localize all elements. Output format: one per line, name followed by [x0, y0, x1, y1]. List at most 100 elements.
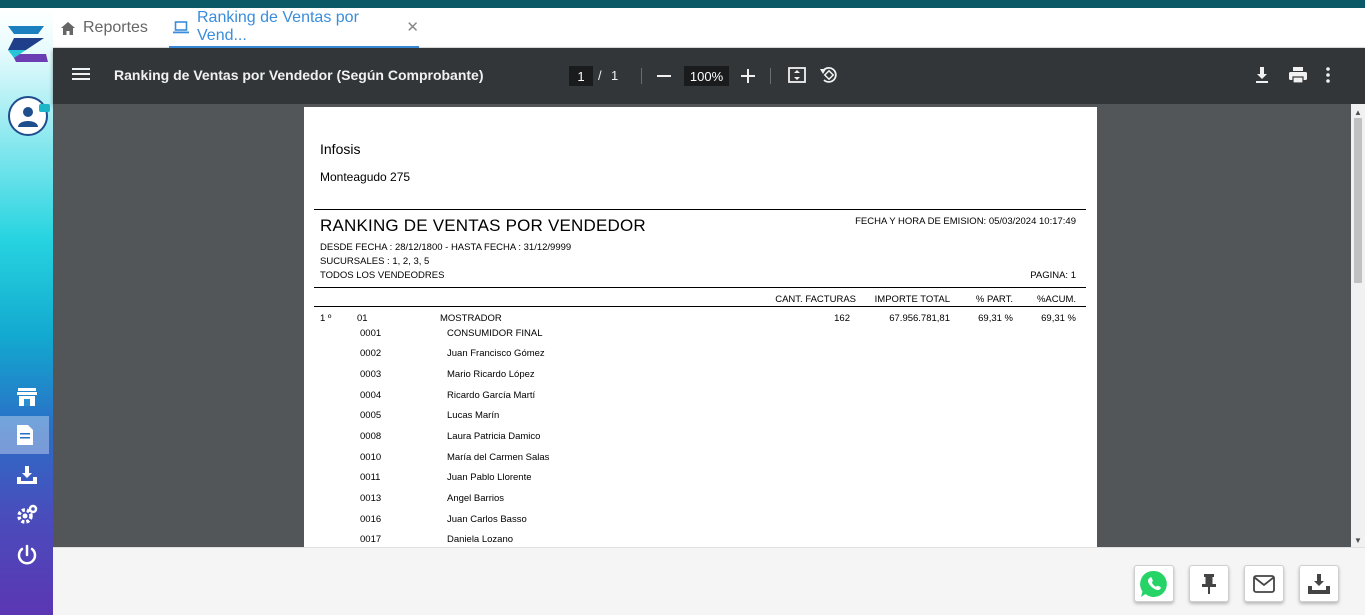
sellers-filter: TODOS LOS VENDEODRES	[320, 270, 445, 281]
user-icon	[18, 107, 38, 127]
emission-date: FECHA Y HORA DE EMISION: 05/03/2024 10:1…	[855, 216, 1076, 227]
page-number-input[interactable]: 1	[569, 66, 593, 86]
zoom-out-button[interactable]	[655, 66, 673, 91]
zoom-input[interactable]: 100%	[684, 66, 729, 86]
vendor-name: Ricardo García Martí	[447, 390, 536, 401]
vendor-name: Juan Pablo Llorente	[447, 472, 532, 483]
sidebar-item-settings[interactable]	[0, 496, 53, 534]
pin-icon	[1202, 573, 1216, 594]
whatsapp-icon	[1140, 570, 1167, 597]
tab-label: Reportes	[83, 19, 148, 36]
rotate-icon	[820, 67, 837, 83]
email-button[interactable]	[1244, 565, 1284, 602]
sidebar-item-documents[interactable]	[0, 416, 49, 454]
email-icon	[1253, 574, 1275, 593]
column-header-acum: %ACUM.	[1036, 294, 1076, 305]
download-report-button[interactable]	[1299, 565, 1339, 602]
power-icon	[17, 544, 36, 565]
camera-badge-icon	[39, 104, 50, 112]
toolbar-divider	[770, 68, 771, 84]
vendor-code: 0011	[360, 472, 381, 483]
sidebar-item-logout[interactable]	[0, 536, 53, 574]
vendor-code: 0003	[360, 369, 382, 380]
menu-icon[interactable]	[72, 66, 90, 87]
vendor-code: 0016	[360, 514, 382, 525]
more-vert-icon	[1326, 67, 1330, 83]
vendor-name: Angel Barrios	[447, 493, 505, 504]
row-code: 01	[357, 313, 368, 324]
divider	[314, 287, 1086, 288]
app-logo[interactable]	[4, 20, 50, 64]
vertical-scrollbar[interactable]: ▲ ▼	[1351, 104, 1365, 547]
pdf-page: Infosis Monteagudo 275 RANKING DE VENTAS…	[304, 107, 1097, 547]
column-header-part: % PART.	[975, 294, 1013, 305]
print-button[interactable]	[1287, 65, 1309, 90]
report-title: RANKING DE VENTAS POR VENDEDOR	[320, 216, 646, 235]
laptop-icon	[173, 20, 189, 34]
toolbar-divider	[641, 68, 642, 84]
sidebar	[0, 8, 53, 615]
document-icon	[16, 425, 33, 445]
page-label: PAGINA: 1	[1030, 270, 1076, 281]
vendor-name: Lucas Marín	[447, 410, 500, 421]
vendor-name: María del Carmen Salas	[447, 452, 550, 463]
home-icon	[61, 21, 75, 35]
sidebar-item-store[interactable]	[0, 378, 53, 416]
vendor-name: Laura Patricia Damico	[447, 431, 541, 442]
download-button[interactable]	[1252, 65, 1272, 90]
tab-bar: Reportes Ranking de Ventas por Vend... ✕	[53, 8, 1365, 48]
minus-icon	[657, 75, 671, 77]
vendor-name: Mario Ricardo López	[447, 369, 535, 380]
sidebar-item-downloads[interactable]	[0, 456, 53, 494]
row-total: 67.956.781,81	[889, 313, 950, 324]
scrollbar-thumb[interactable]	[1354, 118, 1362, 283]
company-address: Monteagudo 275	[320, 170, 411, 184]
company-name: Infosis	[320, 141, 361, 157]
action-bar	[53, 547, 1365, 615]
row-part: 69,31 %	[978, 313, 1013, 324]
rotate-button[interactable]	[819, 65, 839, 90]
row-name: MOSTRADOR	[440, 313, 502, 324]
column-header-total: IMPORTE TOTAL	[874, 294, 950, 305]
divider	[314, 306, 1086, 307]
vendor-code: 0004	[360, 390, 382, 401]
top-accent-strip	[0, 0, 1365, 8]
settings-icon	[16, 504, 37, 524]
pdf-viewer[interactable]: Infosis Monteagudo 275 RANKING DE VENTAS…	[53, 104, 1365, 547]
tab-reportes[interactable]: Reportes	[61, 8, 148, 48]
vendor-name: Juan Francisco Gómez	[447, 348, 545, 359]
fit-page-button[interactable]	[787, 65, 807, 90]
fit-to-page-icon	[788, 67, 806, 83]
download-icon	[1256, 67, 1268, 83]
download-icon	[1308, 573, 1330, 594]
vendor-code: 0013	[360, 493, 382, 504]
zoom-in-button[interactable]	[739, 66, 757, 91]
store-icon	[16, 388, 37, 406]
divider	[314, 209, 1086, 210]
user-avatar[interactable]	[8, 96, 50, 136]
document-title: Ranking de Ventas por Vendedor (Según Co…	[114, 67, 484, 83]
whatsapp-button[interactable]	[1134, 565, 1174, 602]
vendor-name: CONSUMIDOR FINAL	[447, 328, 543, 339]
close-icon[interactable]: ✕	[406, 18, 419, 36]
pdf-toolbar: Ranking de Ventas por Vendedor (Según Co…	[53, 48, 1365, 104]
vendor-code: 0001	[360, 328, 382, 339]
pin-button[interactable]	[1189, 565, 1229, 602]
download-tray-icon	[16, 466, 37, 484]
scroll-up-icon[interactable]: ▲	[1354, 108, 1362, 117]
vendor-code: 0008	[360, 431, 382, 442]
vendor-code: 0017	[360, 534, 382, 545]
vendor-code: 0010	[360, 452, 382, 463]
vendor-name: Daniela Lozano	[447, 534, 514, 545]
row-invoices: 162	[834, 313, 850, 324]
page-separator: /	[598, 68, 602, 83]
scroll-down-icon[interactable]: ▼	[1354, 536, 1362, 545]
vendor-name: Juan Carlos Basso	[447, 514, 527, 525]
row-acum: 69,31 %	[1041, 313, 1076, 324]
branches: SUCURSALES : 1, 2, 3, 5	[320, 256, 430, 267]
tab-label: Ranking de Ventas por Vend...	[197, 9, 359, 44]
vendor-code: 0002	[360, 348, 382, 359]
more-options-button[interactable]	[1325, 65, 1331, 90]
tab-ranking[interactable]: Ranking de Ventas por Vend... ✕	[169, 8, 419, 48]
plus-icon	[741, 69, 755, 83]
